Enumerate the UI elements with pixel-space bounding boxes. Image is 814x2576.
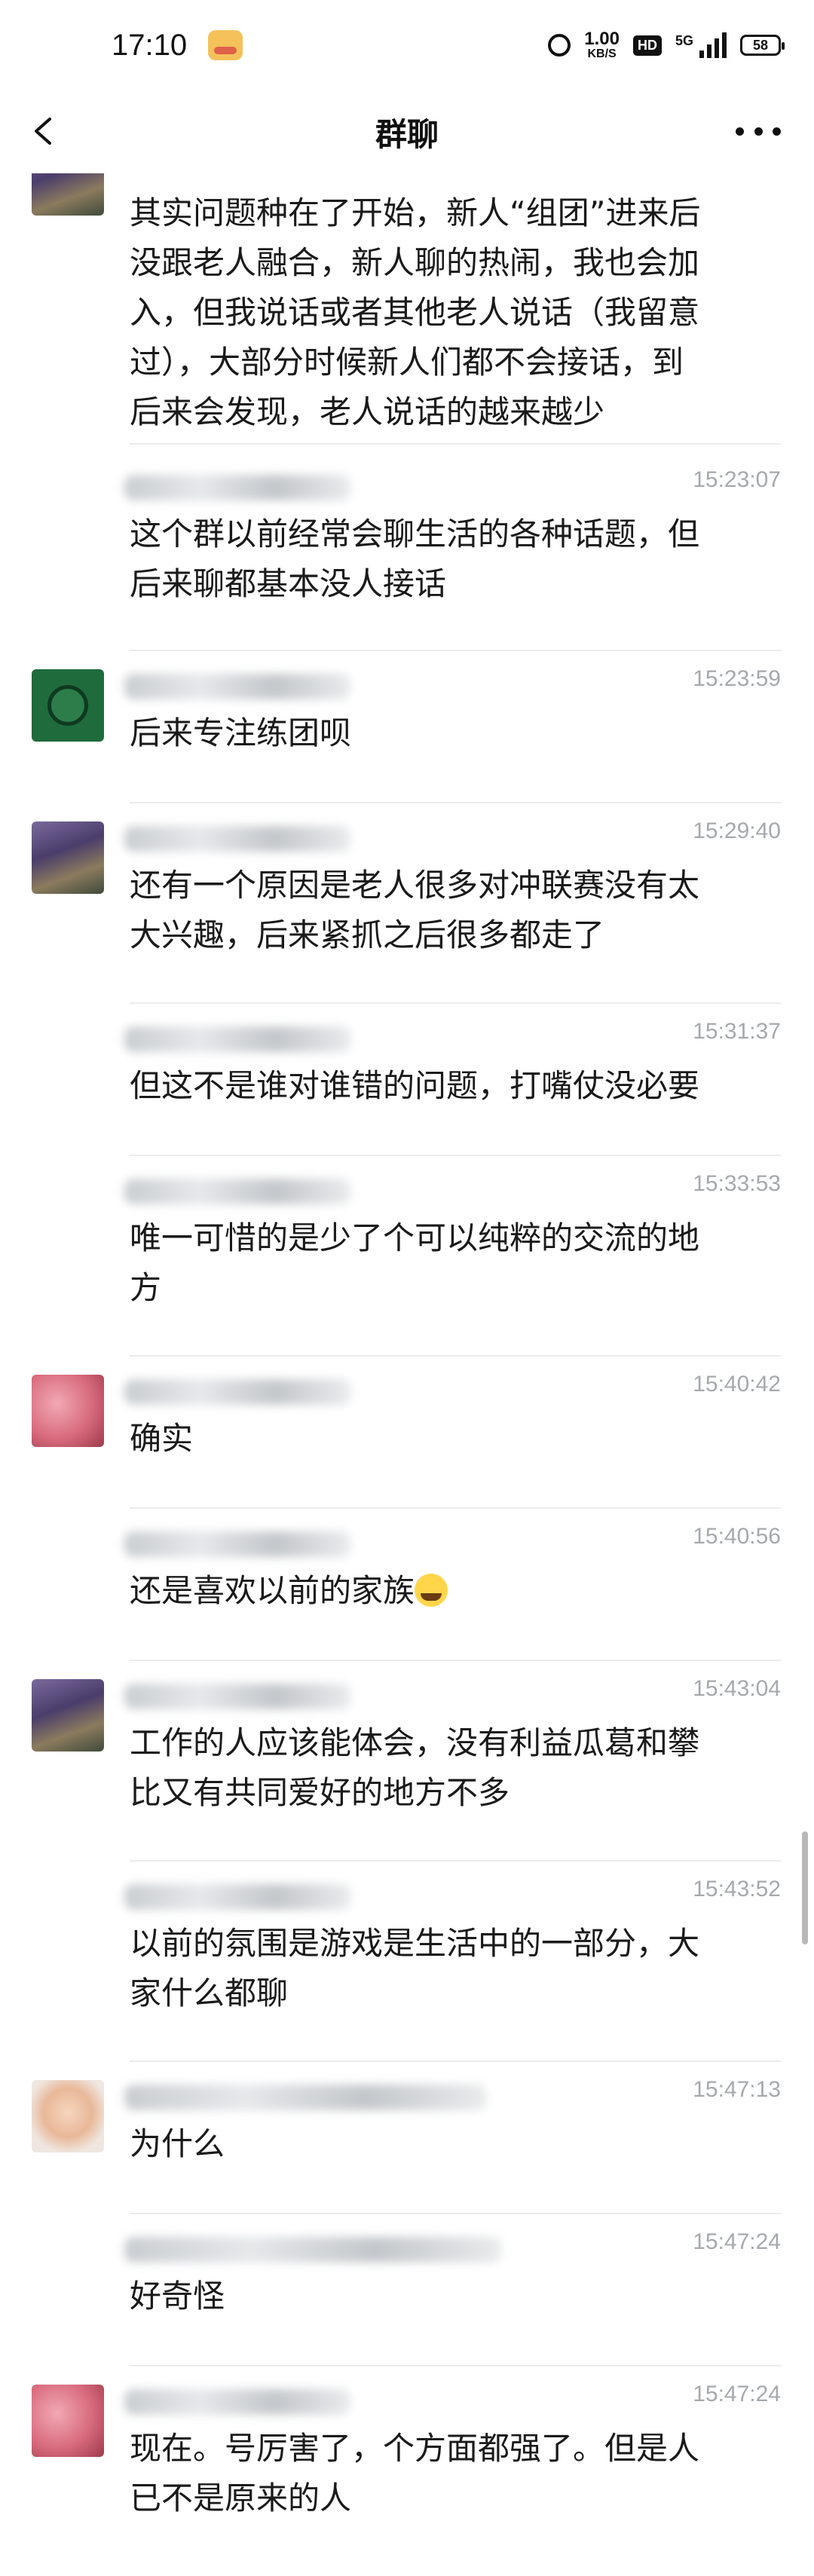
more-options-icon[interactable]: [736, 116, 781, 146]
status-bar: 17:10 1.00 KB/S HD 5G 58: [0, 0, 814, 90]
sender-name-blurred: [124, 1375, 350, 1409]
message-text: 还是喜欢以前的家族: [130, 1566, 770, 1616]
battery-level: 58: [752, 37, 769, 53]
message-text: 这个群以前经常会聊生活的各种话题，但 后来聊都基本没人接话: [130, 516, 700, 602]
hd-icon: HD: [632, 35, 662, 56]
message-text: 好奇怪: [130, 2278, 225, 2314]
signal-icon: [699, 32, 727, 58]
message-time: 15:43:52: [693, 1877, 781, 1901]
message-text: 唯一可惜的是少了个可以纯粹的交流的地方: [130, 1219, 700, 1306]
message-time: 15:29:40: [693, 818, 781, 843]
chat-header: 群聊: [0, 90, 814, 173]
back-arrow-icon[interactable]: [27, 115, 60, 148]
message-text: 现在。号厉害了，个方面都强了。但是人 已不是原来的人: [130, 2430, 700, 2516]
message-time: 15:47:24: [693, 2229, 781, 2254]
divider: [130, 443, 781, 445]
message-item: 15:23:07 这个群以前经常会聊生活的各种话题，但 后来聊都基本没人接话: [0, 452, 814, 651]
laugh-cry-emoji-icon: [415, 1573, 448, 1607]
sender-name-blurred: [124, 1679, 350, 1714]
sender-name-blurred: [124, 821, 350, 856]
message-time: 15:47:24: [693, 2382, 781, 2406]
message-item: 15:43:04 工作的人应该能体会，没有利益瓜葛和攀 比又有共同爱好的地方不多: [0, 1661, 814, 1862]
message-text: 后来专注练团呗: [130, 714, 352, 751]
sender-name-blurred: [124, 2385, 350, 2419]
app-notification-icon: [208, 30, 243, 60]
network-speed-unit: KB/S: [587, 47, 617, 60]
avatar[interactable]: [32, 2080, 104, 2152]
message-text: 还有一个原因是老人很多对冲联赛没有太 大兴趣，后来紧抓之后很多都走了: [130, 867, 700, 953]
status-time: 17:10: [112, 28, 188, 62]
message-list[interactable]: 其实问题种在了开始，新人“组团”进来后 没跟老人融合，新人聊的热闹，我也会加 入，但…: [0, 173, 814, 2576]
avatar[interactable]: [32, 1679, 104, 1751]
sender-name-blurred: [124, 2232, 501, 2267]
message-time: 15:31:37: [693, 1019, 781, 1044]
message-time: 15:40:42: [693, 1372, 781, 1397]
message-item: 15:40:56 还是喜欢以前的家族: [0, 1509, 814, 1661]
network-speed: 1.00 KB/S: [584, 30, 620, 60]
message-item: 15:47:24 现在。号厉害了，个方面都强了。但是人 已不是原来的人: [0, 2366, 814, 2576]
message-time: 15:43:04: [693, 1676, 781, 1701]
message-text: 为什么: [130, 2125, 225, 2162]
avatar[interactable]: [32, 2385, 104, 2457]
message-item: 15:23:59 后来专注练团呗: [0, 651, 814, 803]
sender-name-blurred: [124, 1022, 350, 1057]
alarm-icon: [548, 34, 571, 57]
avatar[interactable]: [32, 173, 104, 216]
message-time: 15:40:56: [693, 1524, 781, 1549]
network-speed-value: 1.00: [584, 29, 620, 49]
avatar[interactable]: [32, 821, 104, 894]
message-item: 15:40:42 确实: [0, 1357, 814, 1509]
avatar[interactable]: [32, 1375, 104, 1447]
message-item: 15:47:24 好奇怪: [0, 2214, 814, 2366]
network-type: 5G: [675, 33, 693, 48]
message-text: 确实: [130, 1420, 194, 1457]
chat-title: 群聊: [375, 115, 439, 153]
message-text: 以前的氛围是游戏是生活中的一部分，大 家什么都聊: [130, 1925, 700, 2012]
message-time: 15:23:07: [693, 467, 781, 492]
message-time: 15:33:53: [693, 1171, 781, 1196]
message-time: 15:47:13: [693, 2077, 781, 2102]
message-item: 15:47:13 为什么: [0, 2062, 814, 2214]
message-item: 15:33:53 唯一可惜的是少了个可以纯粹的交流的地方: [0, 1156, 814, 1357]
sender-name-blurred: [124, 1527, 350, 1562]
message-time: 15:23:59: [693, 666, 781, 691]
message-item: 其实问题种在了开始，新人“组团”进来后 没跟老人融合，新人聊的热闹，我也会加 入，但…: [0, 173, 814, 445]
message-text: 其实问题种在了开始，新人“组团”进来后 没跟老人融合，新人聊的热闹，我也会加 入，但…: [130, 194, 701, 430]
sender-name-blurred: [124, 1174, 350, 1209]
status-indicators: 1.00 KB/S HD 5G 58: [548, 30, 785, 60]
battery-icon: 58: [740, 35, 785, 56]
sender-name-blurred: [124, 470, 350, 505]
sender-name-blurred: [124, 1880, 350, 1914]
message-text: 工作的人应该能体会，没有利益瓜葛和攀 比又有共同爱好的地方不多: [130, 1724, 700, 1811]
sender-name-blurred: [124, 2080, 486, 2115]
message-item: 15:43:52 以前的氛围是游戏是生活中的一部分，大 家什么都聊: [0, 1862, 814, 2062]
message-text: 但这不是谁对谁错的问题，打嘴仗没必要: [130, 1067, 700, 1104]
scrollbar[interactable]: [802, 1831, 808, 1944]
avatar[interactable]: [32, 669, 104, 742]
message-item: 15:31:37 但这不是谁对谁错的问题，打嘴仗没必要: [0, 1004, 814, 1156]
message-item: 15:29:40 还有一个原因是老人很多对冲联赛没有太 大兴趣，后来紧抓之后很多都…: [0, 803, 814, 1004]
sender-name-blurred: [124, 669, 350, 704]
